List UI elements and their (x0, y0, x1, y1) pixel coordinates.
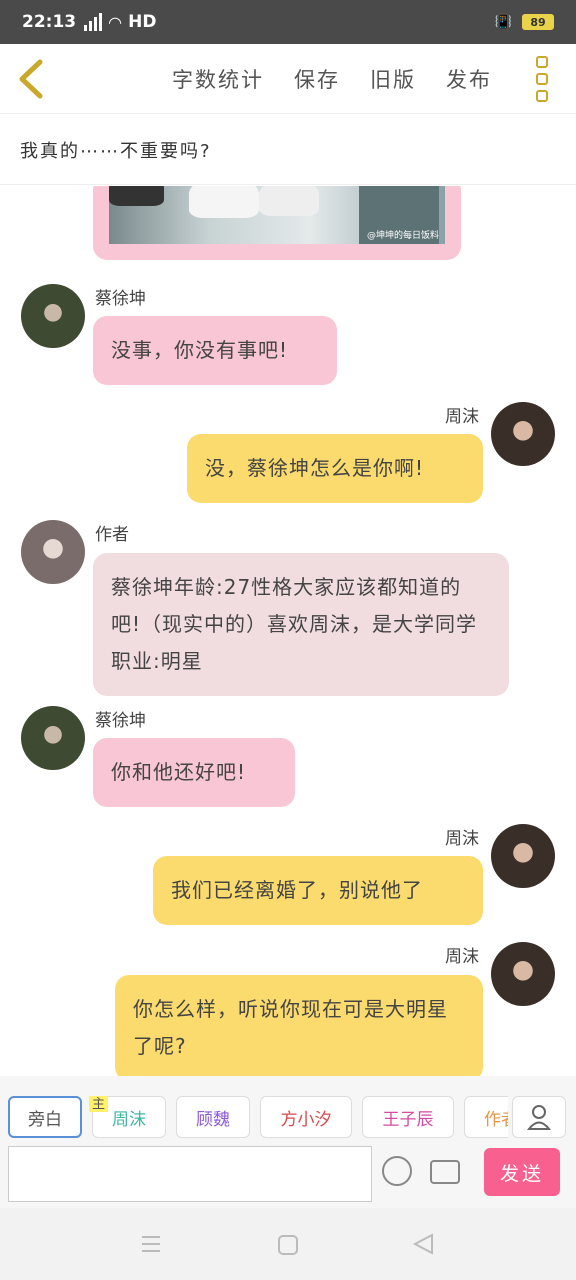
status-bar: 22:13 ◠ HD 📳 89 (0, 0, 576, 44)
avatar[interactable] (21, 284, 85, 348)
chat-bubble[interactable]: 我们已经离婚了，别说他了 (153, 856, 483, 925)
signal-icon (84, 13, 103, 31)
toolbar-menu: 字数统计 保存 旧版 发布 (172, 44, 492, 114)
avatar[interactable] (491, 402, 555, 466)
avatar[interactable] (21, 520, 85, 584)
character-chip-fangxiaoxi[interactable]: 方小汐 (260, 1096, 352, 1138)
avatar[interactable] (491, 824, 555, 888)
chat-bubble[interactable]: 你和他还好吧! (93, 738, 295, 807)
more-menu-icon[interactable] (536, 56, 552, 102)
chat-bubble[interactable]: 蔡徐坤年龄:27性格大家应该都知道的吧!（现实中的）喜欢周沫，是大学同学职业:明… (93, 553, 509, 696)
character-chip-narrator[interactable]: 旁白 (8, 1096, 82, 1138)
message-input[interactable] (8, 1146, 372, 1202)
vibrate-icon: 📳 (494, 14, 512, 30)
chat-bubble[interactable]: 你怎么样，听说你现在可是大明星了呢? (115, 975, 483, 1076)
word-count-button[interactable]: 字数统计 (172, 64, 264, 94)
character-selector: 旁白 主 周沫 顾魏 方小汐 王子辰 作者 (8, 1096, 508, 1140)
home-icon[interactable] (277, 1234, 299, 1256)
photo-watermark: @坤坤的每日饭料 (366, 231, 439, 241)
character-chip-zhoumo[interactable]: 主 周沫 (89, 1096, 166, 1138)
speaker-name: 周沫 (445, 947, 479, 967)
add-character-button[interactable] (512, 1096, 566, 1138)
main-tag: 主 (89, 1096, 109, 1112)
system-nav-bar (0, 1208, 576, 1280)
message-photo: @坤坤的每日饭料 (109, 186, 445, 244)
character-chip-author[interactable]: 作者 (464, 1096, 508, 1138)
character-chip-guwei[interactable]: 顾魏 (176, 1096, 250, 1138)
status-time: 22:13 (22, 12, 77, 32)
speaker-name: 蔡徐坤 (95, 711, 146, 731)
person-icon (527, 1105, 551, 1130)
editor-toolbar: 字数统计 保存 旧版 发布 (0, 44, 576, 114)
send-button[interactable]: 发送 (484, 1148, 560, 1196)
image-message[interactable]: @坤坤的每日饭料 (93, 186, 461, 260)
speaker-name: 作者 (95, 525, 129, 545)
composer: 旁白 主 周沫 顾魏 方小汐 王子辰 作者 发送 (0, 1076, 576, 1208)
speaker-name: 蔡徐坤 (95, 289, 146, 309)
story-title[interactable]: 我真的⋯⋯不重要吗? (0, 115, 576, 185)
chat-area[interactable]: @坤坤的每日饭料 蔡徐坤 没事，你没有事吧! 周沫 没，蔡徐坤怎么是你啊! 作者… (0, 186, 576, 1076)
back-chevron-icon[interactable] (16, 58, 46, 100)
back-icon[interactable] (412, 1233, 434, 1255)
menu-icon[interactable] (140, 1234, 162, 1254)
image-icon[interactable] (430, 1160, 460, 1184)
save-button[interactable]: 保存 (294, 64, 340, 94)
avatar[interactable] (491, 942, 555, 1006)
emoji-icon[interactable] (382, 1156, 412, 1186)
hd-indicator: HD (128, 12, 157, 32)
character-chip-wangzichen[interactable]: 王子辰 (362, 1096, 454, 1138)
old-version-button[interactable]: 旧版 (370, 64, 416, 94)
battery-icon: 89 (522, 14, 554, 30)
chat-bubble[interactable]: 没，蔡徐坤怎么是你啊! (187, 434, 483, 503)
avatar[interactable] (21, 706, 85, 770)
wifi-icon: ◠ (108, 12, 123, 32)
speaker-name: 周沫 (445, 407, 479, 427)
speaker-name: 周沫 (445, 829, 479, 849)
publish-button[interactable]: 发布 (446, 64, 492, 94)
chat-bubble[interactable]: 没事，你没有事吧! (93, 316, 337, 385)
